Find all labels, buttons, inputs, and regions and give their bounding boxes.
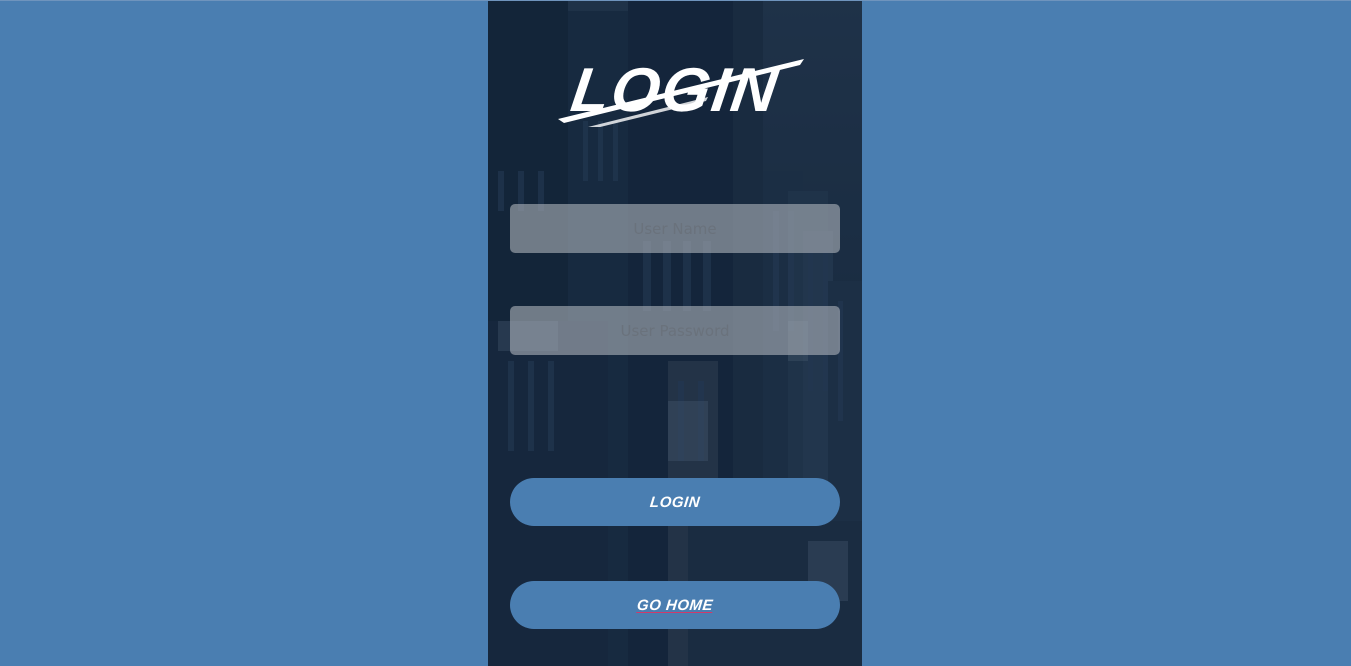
- login-panel: LOGIN LOGIN GO HOME: [488, 1, 862, 666]
- username-input[interactable]: [510, 204, 840, 253]
- login-button-label: LOGIN: [649, 493, 701, 511]
- go-home-button[interactable]: GO HOME: [510, 581, 840, 629]
- login-form: LOGIN LOGIN GO HOME: [488, 1, 862, 666]
- password-input[interactable]: [510, 306, 840, 355]
- go-home-button-label: GO HOME: [636, 596, 714, 614]
- login-button[interactable]: LOGIN: [510, 478, 840, 526]
- page: LOGIN LOGIN GO HOME: [0, 0, 1351, 666]
- login-title: LOGIN: [567, 56, 784, 125]
